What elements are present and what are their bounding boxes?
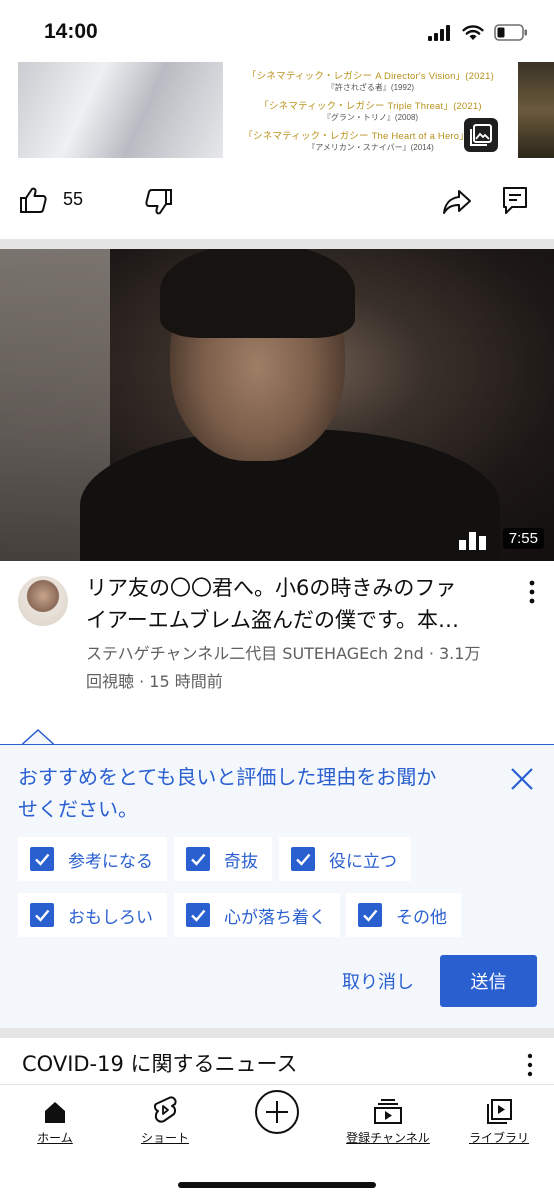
create-icon: [255, 1090, 299, 1134]
thumbnail-image-right: [518, 62, 554, 158]
dislike-icon[interactable]: [144, 187, 174, 217]
subscriptions-icon: [374, 1099, 402, 1124]
reason-option[interactable]: 心が落ち着く: [174, 893, 340, 937]
nav-item-home[interactable]: ホーム: [22, 1085, 88, 1151]
more-options-icon[interactable]: [522, 578, 542, 606]
nav-item-label: ライブラリ: [468, 1131, 529, 1145]
video-title[interactable]: リア友の〇〇君へ。小6の時きみのファ イアーエムブレム盗んだの僕です。本…: [86, 572, 498, 636]
reason-option[interactable]: その他: [346, 893, 461, 937]
feedback-question-line: おすすめをとても良いと評価した理由をお聞か: [18, 765, 437, 789]
comment-icon[interactable]: [502, 186, 528, 216]
library-icon: [487, 1099, 512, 1124]
checkbox-checked-icon[interactable]: [291, 847, 315, 871]
reason-option-label: 心が落ち着く: [224, 907, 326, 928]
credit-title: 「シネマティック・レガシー A Director's Vision」(2021): [247, 71, 494, 82]
status-time: 14:00: [44, 20, 98, 43]
signal-icon: [428, 24, 450, 41]
reason-option-label: その他: [396, 907, 447, 928]
checkbox-checked-icon[interactable]: [186, 847, 210, 871]
section-divider: [0, 239, 554, 249]
thumbnail-image-left: [18, 62, 223, 158]
battery-icon: [494, 24, 527, 41]
reason-option[interactable]: 奇抜: [174, 837, 272, 881]
credit-title: 「シネマティック・レガシー Triple Threat」(2021): [259, 101, 482, 112]
reason-option-label: 奇抜: [224, 851, 258, 872]
wifi-icon: [462, 24, 484, 40]
video-meta-line: ステハゲチャンネル二代目 SUTEHAGEch 2nd · 3.1万: [86, 644, 481, 663]
recommendation-feedback-panel: おすすめをとても良いと評価した理由をお聞か せください。 参考になる 奇抜 役に…: [0, 744, 554, 1028]
bar-chart-icon: [459, 532, 486, 550]
nav-item-label: ショート: [140, 1131, 189, 1145]
like-icon[interactable]: [18, 185, 48, 215]
home-icon: [45, 1102, 65, 1123]
reason-option[interactable]: 参考になる: [18, 837, 167, 881]
feedback-question-line: せください。: [18, 797, 138, 821]
checkbox-checked-icon[interactable]: [358, 903, 382, 927]
video-duration: 7:55: [502, 528, 544, 549]
nav-item-subscriptions[interactable]: 登録チャンネル: [338, 1085, 438, 1151]
gallery-icon[interactable]: [464, 118, 498, 152]
like-count: 55: [63, 189, 84, 209]
reason-option-label: おもしろい: [68, 907, 153, 928]
reason-option-label: 参考になる: [68, 851, 153, 872]
checkbox-checked-icon[interactable]: [30, 903, 54, 927]
reason-option-label: 役に立つ: [329, 851, 397, 872]
checkbox-checked-icon[interactable]: [186, 903, 210, 927]
nav-item-library[interactable]: ライブラリ: [464, 1085, 534, 1151]
nav-item-create[interactable]: [252, 1085, 302, 1151]
video-thumbnail[interactable]: 7:55: [0, 249, 554, 561]
video-actions-row: 55: [0, 175, 554, 227]
feedback-question: おすすめをとても良いと評価した理由をお聞か せください。: [18, 761, 488, 825]
video-title-line: リア友の〇〇君へ。小6の時きみのファ: [86, 576, 457, 600]
video-meta-line: 回視聴 · 15 時間前: [86, 672, 223, 691]
section-divider: [0, 1028, 554, 1038]
status-bar: 14:00: [0, 0, 554, 62]
shorts-icon: [153, 1096, 177, 1123]
thumbnail-figure-hair: [160, 249, 355, 338]
submit-button[interactable]: 送信: [440, 955, 537, 1007]
reason-option[interactable]: おもしろい: [18, 893, 167, 937]
section-title: COVID-19 に関するニュース: [22, 1052, 298, 1076]
credit-subtitle: 『許されざる者』(1992): [326, 83, 415, 92]
cancel-button[interactable]: 取り消し: [330, 959, 426, 1003]
video-title-line: イアーエムブレム盗んだの僕です。本…: [86, 608, 459, 632]
nav-item-label: ホーム: [37, 1131, 73, 1145]
share-icon[interactable]: [442, 189, 472, 215]
nav-item-label: 登録チャンネル: [346, 1131, 430, 1145]
channel-avatar[interactable]: [18, 576, 68, 626]
video-meta: ステハゲチャンネル二代目 SUTEHAGEch 2nd · 3.1万 回視聴 ·…: [86, 640, 526, 696]
status-icons: [428, 24, 528, 41]
close-icon[interactable]: [506, 763, 538, 795]
more-options-icon[interactable]: [522, 1052, 538, 1078]
home-indicator[interactable]: [178, 1182, 376, 1188]
panel-caret: [22, 729, 54, 745]
nav-item-shorts[interactable]: ショート: [130, 1085, 200, 1151]
checkbox-checked-icon[interactable]: [30, 847, 54, 871]
reason-option[interactable]: 役に立つ: [279, 837, 411, 881]
